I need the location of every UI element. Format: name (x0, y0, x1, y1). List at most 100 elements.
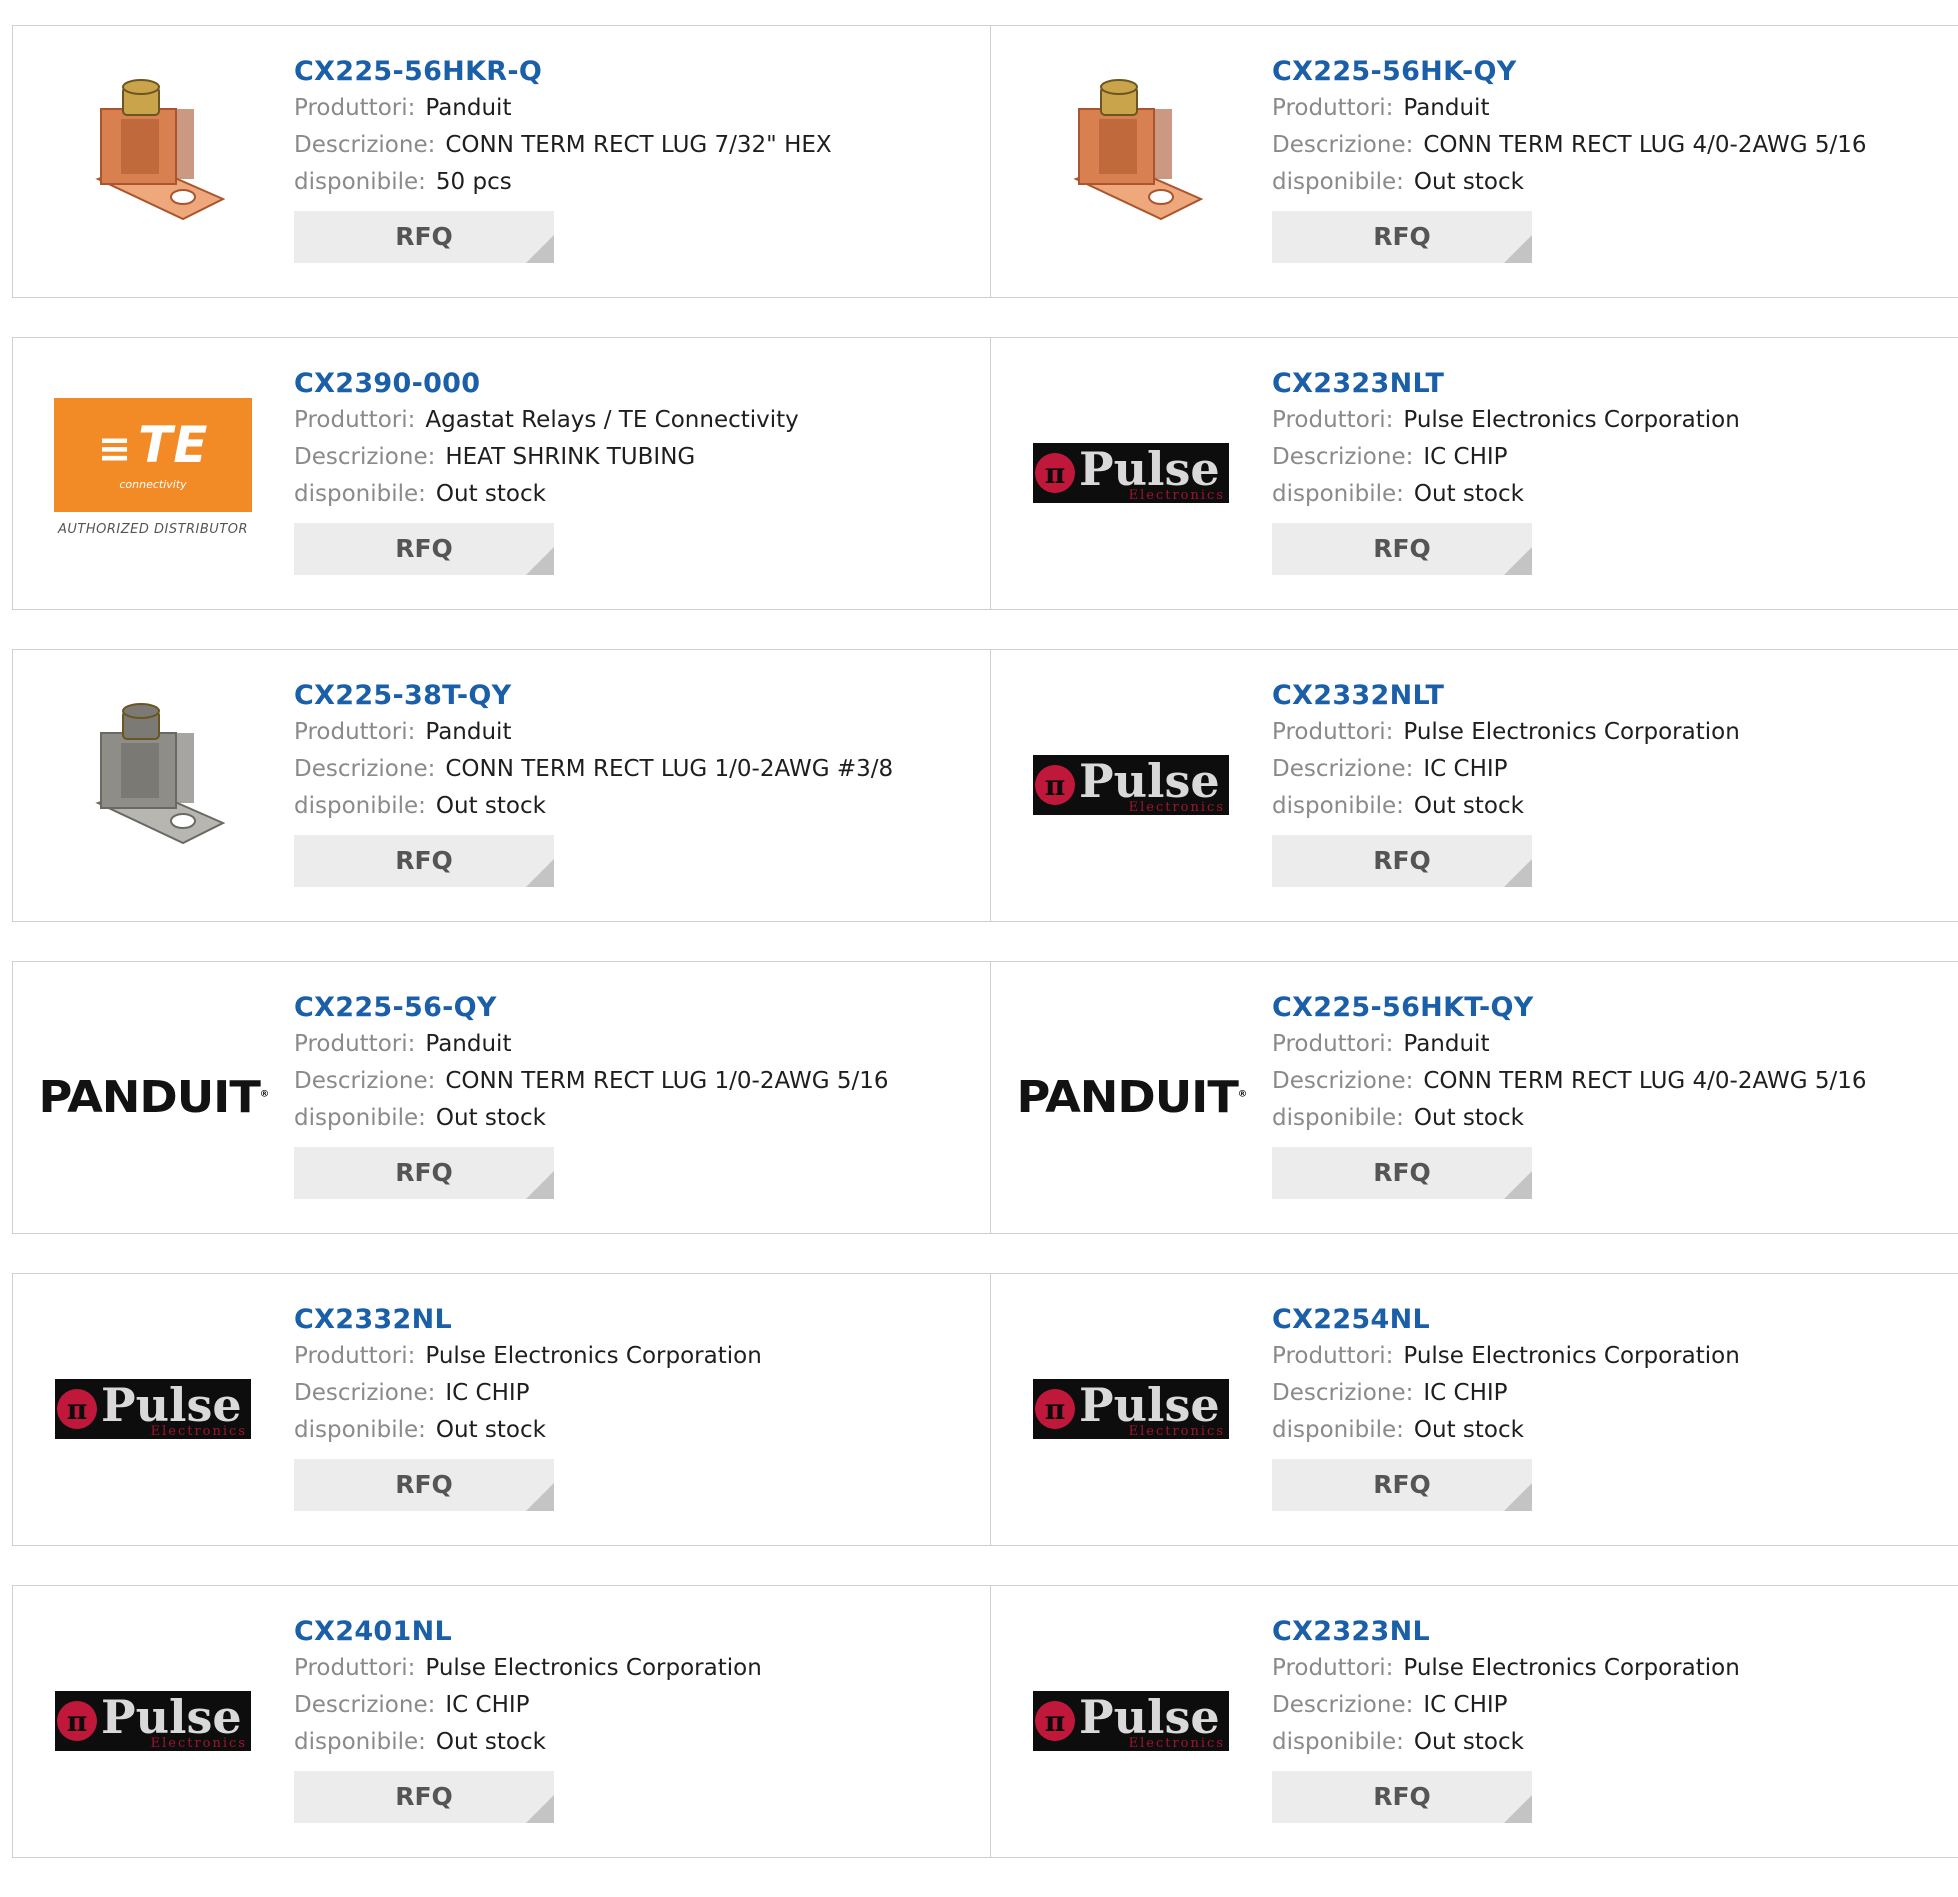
description-row: Descrizione: CONN TERM RECT LUG 7/32" HEX (294, 127, 832, 164)
pulse-sub: Electronics (1128, 800, 1225, 815)
product-card: CX225-56HK-QY Produttori: Panduit Descriz… (990, 25, 1958, 298)
part-number-link[interactable]: CX225-56HK-QY (1272, 54, 1866, 90)
corner-decoration (526, 1795, 554, 1823)
rfq-button[interactable]: RFQ (1272, 211, 1532, 263)
registered-mark: ® (259, 1088, 268, 1099)
panduit-word: PANDUIT (38, 1071, 260, 1123)
product-card: ≡ TE connectivity AUTHORIZED DISTRIBUTOR CX… (12, 337, 992, 610)
availability-value: 50 pcs (435, 169, 512, 195)
corner-decoration (1504, 1483, 1532, 1511)
product-card: PANDUIT® CX225-56HKT-QY Produttori: Pandu… (990, 961, 1958, 1234)
rfq-button[interactable]: RFQ (1272, 1459, 1532, 1511)
product-row: π Pulse Electronics CX2401NL Produttori: Pu… (12, 1585, 1958, 1860)
panduit-logo: PANDUIT® (38, 1071, 269, 1123)
manufacturer-label: Produttori: (294, 1343, 416, 1369)
product-row: PANDUIT® CX225-56-QY Produttori: Panduit … (12, 961, 1958, 1236)
description-row: Descrizione: IC CHIP (1272, 751, 1740, 788)
product-image[interactable]: PANDUIT® (38, 997, 269, 1197)
description-value: IC CHIP (1423, 1380, 1508, 1406)
availability-label: disponibile: (294, 1105, 426, 1131)
product-card: π Pulse Electronics CX2401NL Produttori: Pu… (12, 1585, 992, 1858)
product-image[interactable] (53, 685, 253, 885)
rfq-label: RFQ (1373, 846, 1431, 875)
availability-value: Out stock (1413, 169, 1524, 195)
product-image[interactable]: π Pulse Electronics (53, 1621, 253, 1821)
rfq-label: RFQ (395, 1158, 453, 1187)
pulse-mark-icon: π (57, 1701, 97, 1741)
description-label: Descrizione: (1272, 1380, 1414, 1406)
rfq-button[interactable]: RFQ (294, 1147, 554, 1199)
manufacturer-row: Produttori: Panduit (1272, 1026, 1866, 1063)
rfq-button[interactable]: RFQ (1272, 835, 1532, 887)
part-number-link[interactable]: CX2390-000 (294, 366, 799, 402)
manufacturer-value: Panduit (1403, 95, 1490, 121)
te-bars-icon: ≡ (97, 425, 133, 472)
product-info: CX225-38T-QY Produttori: Panduit Descrizi… (294, 678, 893, 887)
pulse-mark-icon: π (1035, 765, 1075, 805)
part-number-link[interactable]: CX2254NL (1272, 1302, 1740, 1338)
manufacturer-value: Panduit (1403, 1031, 1490, 1057)
rfq-button[interactable]: RFQ (294, 835, 554, 887)
description-value: CONN TERM RECT LUG 1/0-2AWG 5/16 (445, 1068, 889, 1094)
product-image[interactable]: π Pulse Electronics (1031, 373, 1231, 573)
manufacturer-row: Produttori: Pulse Electronics Corporation (1272, 1338, 1740, 1375)
corner-decoration (1504, 1795, 1532, 1823)
availability-row: disponibile: Out stock (1272, 1724, 1740, 1761)
part-number-link[interactable]: CX2332NLT (1272, 678, 1740, 714)
part-number-link[interactable]: CX2401NL (294, 1614, 762, 1650)
pulse-sub: Electronics (1128, 488, 1225, 503)
manufacturer-label: Produttori: (1272, 719, 1394, 745)
product-row: ≡ TE connectivity AUTHORIZED DISTRIBUTOR CX… (12, 337, 1958, 612)
product-image[interactable] (1031, 61, 1231, 261)
manufacturer-label: Produttori: (294, 1031, 416, 1057)
corner-decoration (526, 547, 554, 575)
part-number-link[interactable]: CX2332NL (294, 1302, 762, 1338)
part-number-link[interactable]: CX225-56-QY (294, 990, 888, 1026)
manufacturer-row: Produttori: Panduit (294, 90, 832, 127)
product-image[interactable]: π Pulse Electronics (1031, 1621, 1231, 1821)
part-number-link[interactable]: CX2323NL (1272, 1614, 1740, 1650)
rfq-label: RFQ (1373, 1158, 1431, 1187)
pulse-mark-icon: π (1035, 453, 1075, 493)
description-row: Descrizione: IC CHIP (1272, 439, 1740, 476)
rfq-button[interactable]: RFQ (1272, 1147, 1532, 1199)
part-number-link[interactable]: CX225-38T-QY (294, 678, 893, 714)
product-info: CX2323NLT Produttori: Pulse Electronics C… (1272, 366, 1740, 575)
manufacturer-row: Produttori: Pulse Electronics Corporation (294, 1650, 762, 1687)
part-number-link[interactable]: CX225-56HKR-Q (294, 54, 832, 90)
product-image[interactable] (53, 61, 253, 261)
part-number-link[interactable]: CX2323NLT (1272, 366, 1740, 402)
description-value: IC CHIP (445, 1380, 530, 1406)
part-number-link[interactable]: CX225-56HKT-QY (1272, 990, 1866, 1026)
manufacturer-value: Pulse Electronics Corporation (1403, 719, 1740, 745)
product-image[interactable]: π Pulse Electronics (1031, 685, 1231, 885)
corner-decoration (526, 1171, 554, 1199)
pulse-mark-icon: π (1035, 1701, 1075, 1741)
rfq-button[interactable]: RFQ (294, 1459, 554, 1511)
description-row: Descrizione: IC CHIP (1272, 1687, 1740, 1724)
product-image[interactable]: PANDUIT® (1016, 997, 1247, 1197)
rfq-button[interactable]: RFQ (294, 1771, 554, 1823)
product-row: CX225-56HKR-Q Produttori: Panduit Descriz… (12, 25, 1958, 300)
product-image[interactable]: ≡ TE connectivity AUTHORIZED DISTRIBUTOR (53, 373, 253, 573)
rfq-button[interactable]: RFQ (294, 211, 554, 263)
rfq-button[interactable]: RFQ (1272, 523, 1532, 575)
product-card: PANDUIT® CX225-56-QY Produttori: Panduit … (12, 961, 992, 1234)
rfq-button[interactable]: RFQ (294, 523, 554, 575)
pulse-electronics-logo: π Pulse Electronics (1033, 443, 1229, 503)
description-value: HEAT SHRINK TUBING (445, 444, 696, 470)
rfq-button[interactable]: RFQ (1272, 1771, 1532, 1823)
pulse-electronics-logo: π Pulse Electronics (55, 1379, 251, 1439)
product-image[interactable]: π Pulse Electronics (1031, 1309, 1231, 1509)
availability-row: disponibile: Out stock (294, 1100, 888, 1137)
pulse-word: Pulse (101, 1378, 242, 1432)
product-row: π Pulse Electronics CX2332NL Produttori: Pu… (12, 1273, 1958, 1548)
panduit-word: PANDUIT (1016, 1071, 1238, 1123)
description-value: IC CHIP (1423, 444, 1508, 470)
product-image[interactable]: π Pulse Electronics (53, 1309, 253, 1509)
te-sub: connectivity (119, 477, 187, 491)
manufacturer-row: Produttori: Pulse Electronics Corporation (1272, 1650, 1740, 1687)
availability-value: Out stock (1413, 1417, 1524, 1443)
product-info: CX2332NL Produttori: Pulse Electronics Co… (294, 1302, 762, 1511)
product-info: CX2323NL Produttori: Pulse Electronics Co… (1272, 1614, 1740, 1823)
